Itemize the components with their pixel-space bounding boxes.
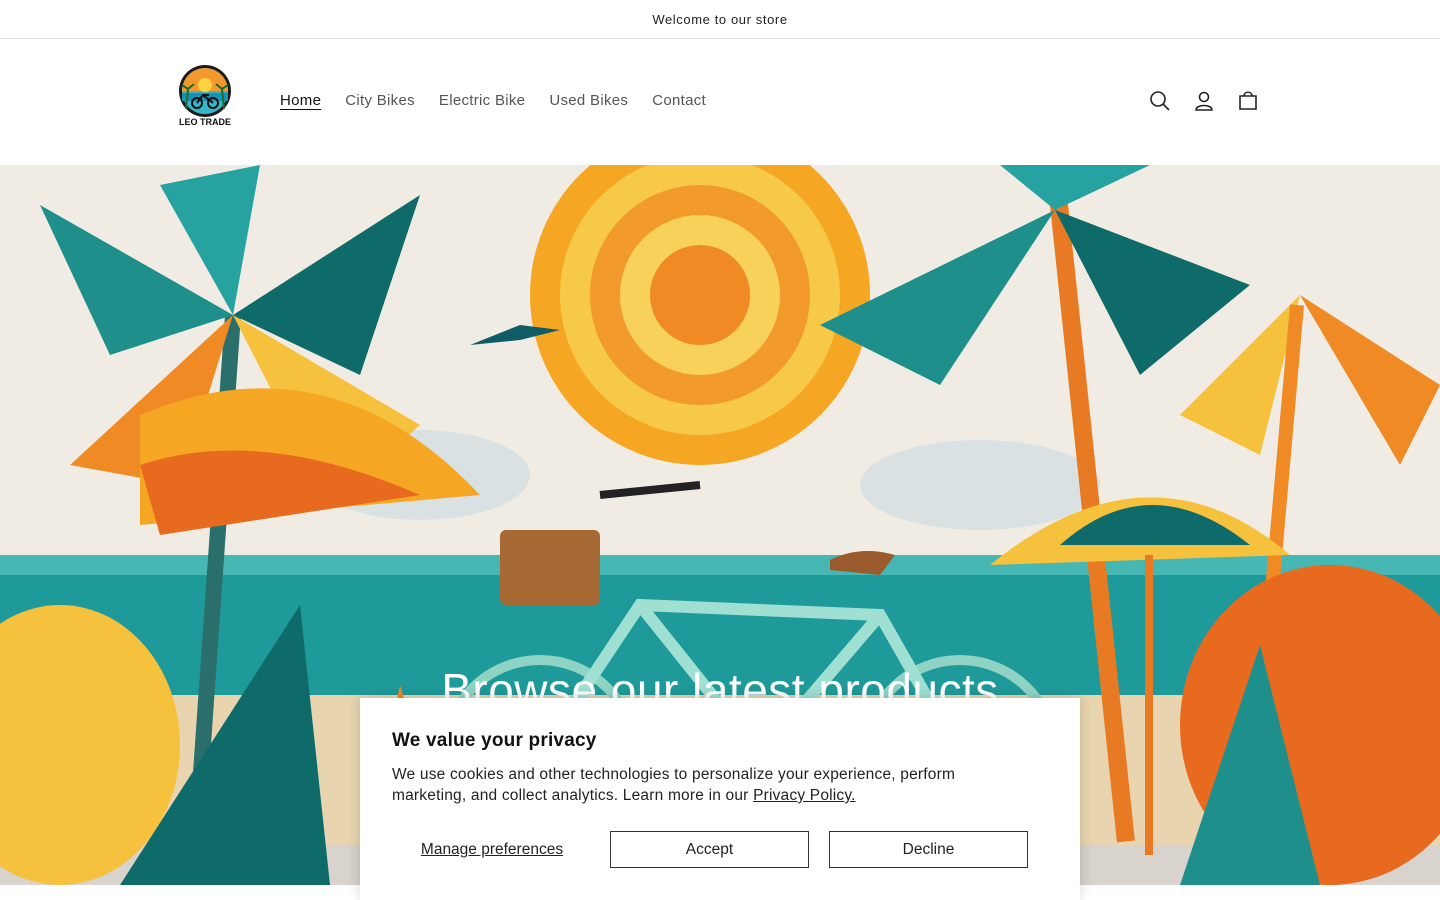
announcement-bar: Welcome to our store: [0, 0, 1440, 39]
nav-contact[interactable]: Contact: [640, 91, 718, 111]
announcement-text: Welcome to our store: [652, 11, 788, 27]
header-icons: [1148, 87, 1260, 115]
search-icon[interactable]: [1148, 87, 1172, 115]
account-icon[interactable]: [1192, 87, 1216, 115]
cart-icon[interactable]: [1236, 87, 1260, 115]
cookie-banner: We value your privacy We use cookies and…: [360, 698, 1080, 900]
cookie-body-text: We use cookies and other technologies to…: [392, 766, 956, 804]
privacy-policy-link[interactable]: Privacy Policy.: [753, 787, 856, 804]
nav-city-bikes[interactable]: City Bikes: [333, 91, 427, 111]
nav-electric-bike[interactable]: Electric Bike: [427, 91, 537, 111]
cookie-actions: Manage preferences Accept Decline: [392, 831, 1048, 868]
cookie-body: We use cookies and other technologies to…: [392, 764, 992, 806]
logo-text: LEO TRADE: [178, 117, 231, 127]
site-header: LEO TRADE Home City Bikes Electric Bike …: [0, 39, 1440, 165]
decline-button[interactable]: Decline: [829, 831, 1028, 868]
manage-preferences-button[interactable]: Manage preferences: [392, 831, 592, 868]
main-nav: Home City Bikes Electric Bike Used Bikes…: [268, 91, 718, 111]
nav-home[interactable]: Home: [268, 91, 333, 111]
nav-used-bikes[interactable]: Used Bikes: [537, 91, 640, 111]
accept-button[interactable]: Accept: [610, 831, 809, 868]
cookie-title: We value your privacy: [392, 730, 597, 751]
